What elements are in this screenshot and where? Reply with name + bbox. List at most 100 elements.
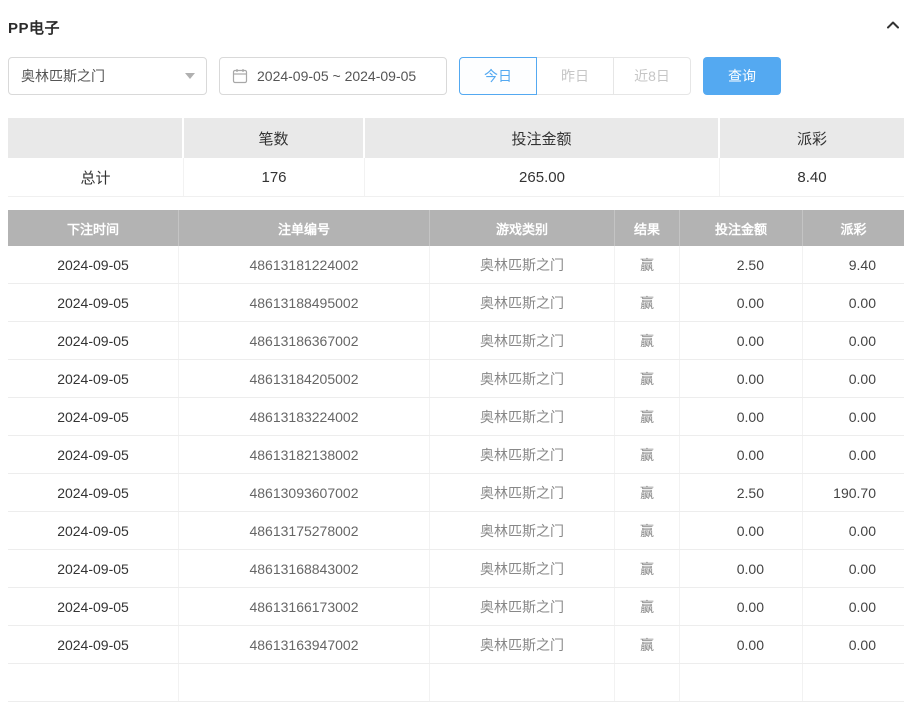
cell-bet-id: [179, 664, 430, 701]
collapse-button[interactable]: [882, 14, 904, 41]
last-8-days-button[interactable]: 近8日: [613, 57, 691, 95]
date-range-input[interactable]: 2024-09-05 ~ 2024-09-05: [219, 57, 447, 95]
table-row: 2024-09-05 48613093607002 奥林匹斯之门 赢 2.50 …: [8, 474, 904, 512]
cell-bet-amount: 0.00: [680, 588, 803, 625]
chevron-up-icon: [884, 16, 902, 39]
cell-bet-id: 48613186367002: [179, 322, 430, 359]
game-select-value: 奥林匹斯之门: [21, 66, 105, 86]
cell-bet-amount: 0.00: [680, 436, 803, 473]
cell-bet-amount: 0.00: [680, 322, 803, 359]
cell-payout: 0.00: [803, 398, 904, 435]
today-button[interactable]: 今日: [459, 57, 537, 95]
cell-bet-time: 2024-09-05: [8, 474, 179, 511]
header-bet-amount: 投注金额: [680, 210, 803, 246]
cell-game-type: [430, 664, 615, 701]
cell-game-type: 奥林匹斯之门: [430, 474, 615, 511]
summary-total-bet-amount: 265.00: [365, 158, 720, 196]
cell-result: 赢: [615, 322, 680, 359]
cell-payout: 0.00: [803, 626, 904, 663]
query-button[interactable]: 查询: [703, 57, 781, 95]
cell-bet-time: [8, 664, 179, 701]
cell-payout: 190.70: [803, 474, 904, 511]
cell-bet-amount: 2.50: [680, 246, 803, 283]
cell-game-type: 奥林匹斯之门: [430, 360, 615, 397]
cell-game-type: 奥林匹斯之门: [430, 322, 615, 359]
cell-result: [615, 664, 680, 701]
cell-bet-time: 2024-09-05: [8, 550, 179, 587]
cell-bet-amount: 0.00: [680, 512, 803, 549]
table-row: 2024-09-05 48613184205002 奥林匹斯之门 赢 0.00 …: [8, 360, 904, 398]
cell-bet-time: 2024-09-05: [8, 626, 179, 663]
cell-result: 赢: [615, 360, 680, 397]
cell-bet-id: 48613163947002: [179, 626, 430, 663]
cell-game-type: 奥林匹斯之门: [430, 512, 615, 549]
page-title: PP电子: [8, 17, 60, 38]
cell-game-type: 奥林匹斯之门: [430, 626, 615, 663]
cell-payout: 0.00: [803, 436, 904, 473]
filter-bar: 奥林匹斯之门 2024-09-05 ~ 2024-09-05 今日 昨日 近8日…: [8, 57, 904, 95]
cell-bet-time: 2024-09-05: [8, 436, 179, 473]
summary-header-blank: [8, 118, 184, 158]
summary-header-count: 笔数: [184, 118, 365, 158]
header-game-type: 游戏类别: [430, 210, 615, 246]
cell-payout: 0.00: [803, 360, 904, 397]
yesterday-button[interactable]: 昨日: [536, 57, 614, 95]
game-select[interactable]: 奥林匹斯之门: [8, 57, 207, 95]
summary-total-row: 总计 176 265.00 8.40: [8, 158, 904, 197]
table-row: 2024-09-05 48613166173002 奥林匹斯之门 赢 0.00 …: [8, 588, 904, 626]
cell-bet-id: 48613181224002: [179, 246, 430, 283]
cell-bet-amount: 2.50: [680, 474, 803, 511]
cell-bet-id: 48613093607002: [179, 474, 430, 511]
cell-bet-id: 48613183224002: [179, 398, 430, 435]
panel-header: PP电子: [8, 14, 904, 40]
cell-bet-id: 48613182138002: [179, 436, 430, 473]
cell-payout: 0.00: [803, 284, 904, 321]
table-row: 2024-09-05 48613168843002 奥林匹斯之门 赢 0.00 …: [8, 550, 904, 588]
chevron-down-icon: [185, 73, 195, 79]
cell-payout: 9.40: [803, 246, 904, 283]
header-bet-time: 下注时间: [8, 210, 179, 246]
cell-bet-id: 48613188495002: [179, 284, 430, 321]
cell-bet-time: 2024-09-05: [8, 398, 179, 435]
cell-result: 赢: [615, 550, 680, 587]
cell-result: 赢: [615, 436, 680, 473]
cell-bet-amount: 0.00: [680, 550, 803, 587]
quick-date-buttons: 今日 昨日 近8日: [459, 57, 691, 95]
cell-game-type: 奥林匹斯之门: [430, 550, 615, 587]
table-row: 2024-09-05 48613163947002 奥林匹斯之门 赢 0.00 …: [8, 626, 904, 664]
cell-game-type: 奥林匹斯之门: [430, 246, 615, 283]
cell-game-type: 奥林匹斯之门: [430, 588, 615, 625]
table-row: 2024-09-05 48613175278002 奥林匹斯之门 赢 0.00 …: [8, 512, 904, 550]
summary-table: 笔数 投注金额 派彩 总计 176 265.00 8.40: [8, 118, 904, 197]
cell-bet-time: 2024-09-05: [8, 322, 179, 359]
cell-bet-amount: 0.00: [680, 398, 803, 435]
cell-payout: 0.00: [803, 550, 904, 587]
cell-result: 赢: [615, 512, 680, 549]
cell-bet-time: 2024-09-05: [8, 512, 179, 549]
cell-payout: 0.00: [803, 588, 904, 625]
cell-bet-time: 2024-09-05: [8, 360, 179, 397]
summary-header-payout: 派彩: [720, 118, 904, 158]
header-bet-id: 注单编号: [179, 210, 430, 246]
cell-bet-id: 48613168843002: [179, 550, 430, 587]
cell-bet-id: 48613175278002: [179, 512, 430, 549]
cell-bet-id: 48613184205002: [179, 360, 430, 397]
header-result: 结果: [615, 210, 680, 246]
summary-total-label: 总计: [8, 158, 184, 196]
cell-bet-time: 2024-09-05: [8, 284, 179, 321]
summary-total-payout: 8.40: [720, 158, 904, 196]
bet-table-header: 下注时间 注单编号 游戏类别 结果 投注金额 派彩: [8, 210, 904, 246]
calendar-icon: [232, 68, 248, 84]
cell-result: 赢: [615, 588, 680, 625]
bet-records-table: 下注时间 注单编号 游戏类别 结果 投注金额 派彩 2024-09-05 486…: [8, 210, 904, 702]
cell-bet-id: 48613166173002: [179, 588, 430, 625]
cell-result: 赢: [615, 626, 680, 663]
cell-result: 赢: [615, 474, 680, 511]
cell-game-type: 奥林匹斯之门: [430, 284, 615, 321]
cell-payout: [803, 664, 904, 701]
table-row: 2024-09-05 48613186367002 奥林匹斯之门 赢 0.00 …: [8, 322, 904, 360]
summary-header-bet-amount: 投注金额: [365, 118, 720, 158]
cell-game-type: 奥林匹斯之门: [430, 436, 615, 473]
cell-payout: 0.00: [803, 322, 904, 359]
summary-total-count: 176: [184, 158, 365, 196]
